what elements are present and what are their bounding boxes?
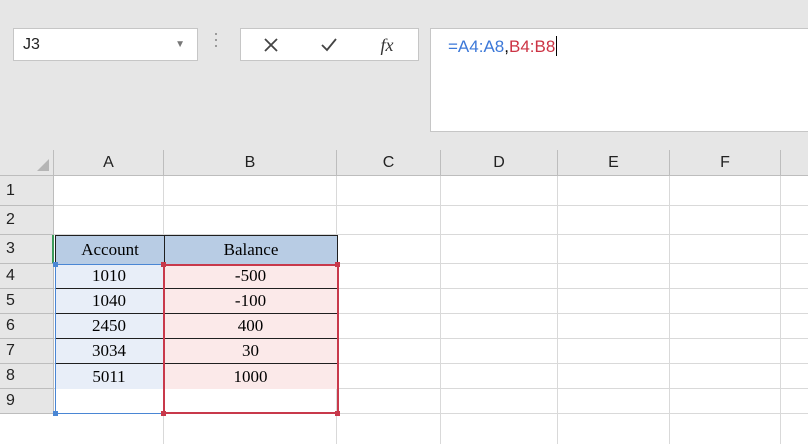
column-header-c[interactable]: C: [337, 150, 441, 176]
gridline: [557, 176, 558, 444]
column-header-e[interactable]: E: [558, 150, 670, 176]
column-header-b[interactable]: B: [164, 150, 337, 176]
row-header-6[interactable]: 6: [0, 314, 54, 339]
column-header-d[interactable]: D: [441, 150, 558, 176]
gridline: [440, 176, 441, 444]
row-header-2[interactable]: 2: [0, 206, 54, 235]
select-all-button[interactable]: [0, 150, 54, 176]
grip-dots-icon[interactable]: [214, 33, 218, 57]
name-box[interactable]: J3 ▼: [13, 28, 198, 61]
column-header-a[interactable]: A: [54, 150, 164, 176]
header-cell-balance[interactable]: Balance: [164, 235, 338, 265]
formula-input[interactable]: =A4:A8,B4:B8: [430, 28, 808, 132]
account-cell[interactable]: 3034: [55, 339, 163, 364]
account-cell[interactable]: 1010: [55, 264, 163, 289]
text-cursor: [556, 36, 558, 56]
row-header-7[interactable]: 7: [0, 339, 54, 364]
row-header-4[interactable]: 4: [0, 264, 54, 289]
formula-range-2: B4:B8: [508, 37, 556, 56]
select-all-triangle-icon: [37, 159, 49, 171]
spreadsheet-grid: A B C D E F 1 2 3 4 5 6 7 8 9 Account Ba…: [0, 150, 808, 444]
balance-cell[interactable]: 30: [164, 339, 337, 364]
range-handle[interactable]: [161, 411, 166, 416]
gridline: [780, 176, 781, 444]
cancel-icon[interactable]: [257, 33, 285, 57]
column-header-g[interactable]: [781, 150, 808, 176]
gridline: [669, 176, 670, 444]
column-header-f[interactable]: F: [670, 150, 781, 176]
row-header-1[interactable]: 1: [0, 176, 54, 206]
range-handle[interactable]: [335, 411, 340, 416]
account-cell[interactable]: 2450: [55, 314, 163, 339]
row-header-9[interactable]: 9: [0, 389, 54, 414]
account-cell[interactable]: 1040: [55, 289, 163, 314]
chevron-down-icon[interactable]: ▼: [175, 39, 185, 50]
gridline: [54, 205, 808, 206]
insert-function-button[interactable]: fx: [373, 33, 401, 57]
balance-cell[interactable]: -500: [164, 264, 337, 289]
formula-buttons: fx: [240, 28, 419, 61]
row-header-8[interactable]: 8: [0, 364, 54, 389]
gridline: [54, 413, 808, 414]
range-handle[interactable]: [53, 262, 58, 267]
formula-range-1: =A4:A8: [448, 37, 505, 56]
row-header-3[interactable]: 3: [0, 235, 54, 264]
range-handle[interactable]: [53, 411, 58, 416]
name-box-value: J3: [23, 36, 40, 53]
account-cell[interactable]: 5011: [55, 364, 163, 389]
header-cell-account[interactable]: Account: [55, 235, 165, 265]
row-header-5[interactable]: 5: [0, 289, 54, 314]
formula-bar-area: J3 ▼ fx =A4:A8,B4:B8: [0, 0, 808, 150]
balance-cell[interactable]: -100: [164, 289, 337, 314]
range-handle[interactable]: [161, 262, 166, 267]
balance-cell[interactable]: 400: [164, 314, 337, 339]
enter-check-icon[interactable]: [315, 33, 343, 57]
fx-label: fx: [380, 34, 394, 55]
balance-cell[interactable]: 1000: [164, 364, 337, 389]
range-handle[interactable]: [335, 262, 340, 267]
